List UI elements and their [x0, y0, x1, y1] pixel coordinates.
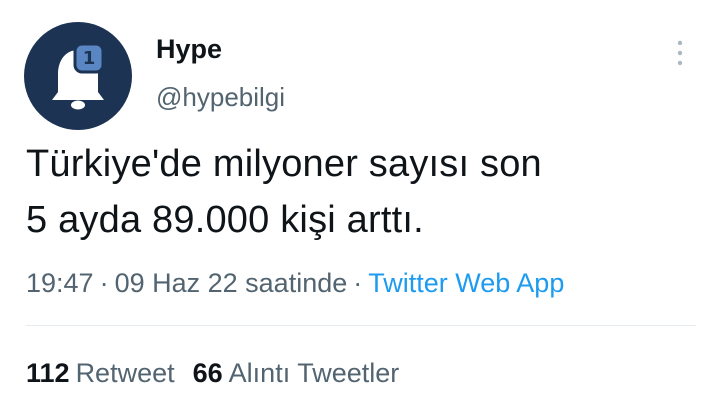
- meta-separator: ·: [99, 268, 109, 298]
- retweets-stat[interactable]: 112 Retweet: [26, 358, 175, 388]
- tweet-meta: 19:47 · 09 Haz 22 saatinde · Twitter Web App: [26, 265, 564, 301]
- more-vertical-icon: [677, 40, 683, 66]
- badge-count: 1: [83, 48, 96, 69]
- author-name[interactable]: Hype: [156, 32, 222, 66]
- meta-separator: ·: [353, 268, 363, 298]
- quotes-stat[interactable]: 66 Alıntı Tweetler: [193, 358, 400, 388]
- tweet-text-line: Türkiye'de milyoner sayısı son: [26, 143, 542, 185]
- avatar[interactable]: 1: [24, 22, 132, 130]
- tweet-time[interactable]: 19:47: [26, 268, 94, 298]
- tweet-date[interactable]: 09 Haz 22 saatinde: [115, 268, 348, 298]
- tweet-stats: 112 Retweet 66 Alıntı Tweetler: [26, 355, 399, 391]
- author-handle[interactable]: @hypebilgi: [156, 80, 285, 114]
- divider: [26, 325, 696, 326]
- tweet-text: Türkiye'de milyoner sayısı son 5 ayda 89…: [26, 136, 696, 248]
- more-options-button[interactable]: [670, 36, 690, 70]
- retweets-label: Retweet: [75, 358, 175, 388]
- tweet-source-link[interactable]: Twitter Web App: [368, 268, 564, 298]
- retweets-count: 112: [26, 358, 70, 388]
- tweet-text-line: 5 ayda 89.000 kişi arttı.: [26, 199, 424, 241]
- quotes-count: 66: [192, 358, 223, 388]
- bell-icon: 1: [52, 42, 105, 110]
- quotes-label: Alıntı Tweetler: [228, 358, 400, 388]
